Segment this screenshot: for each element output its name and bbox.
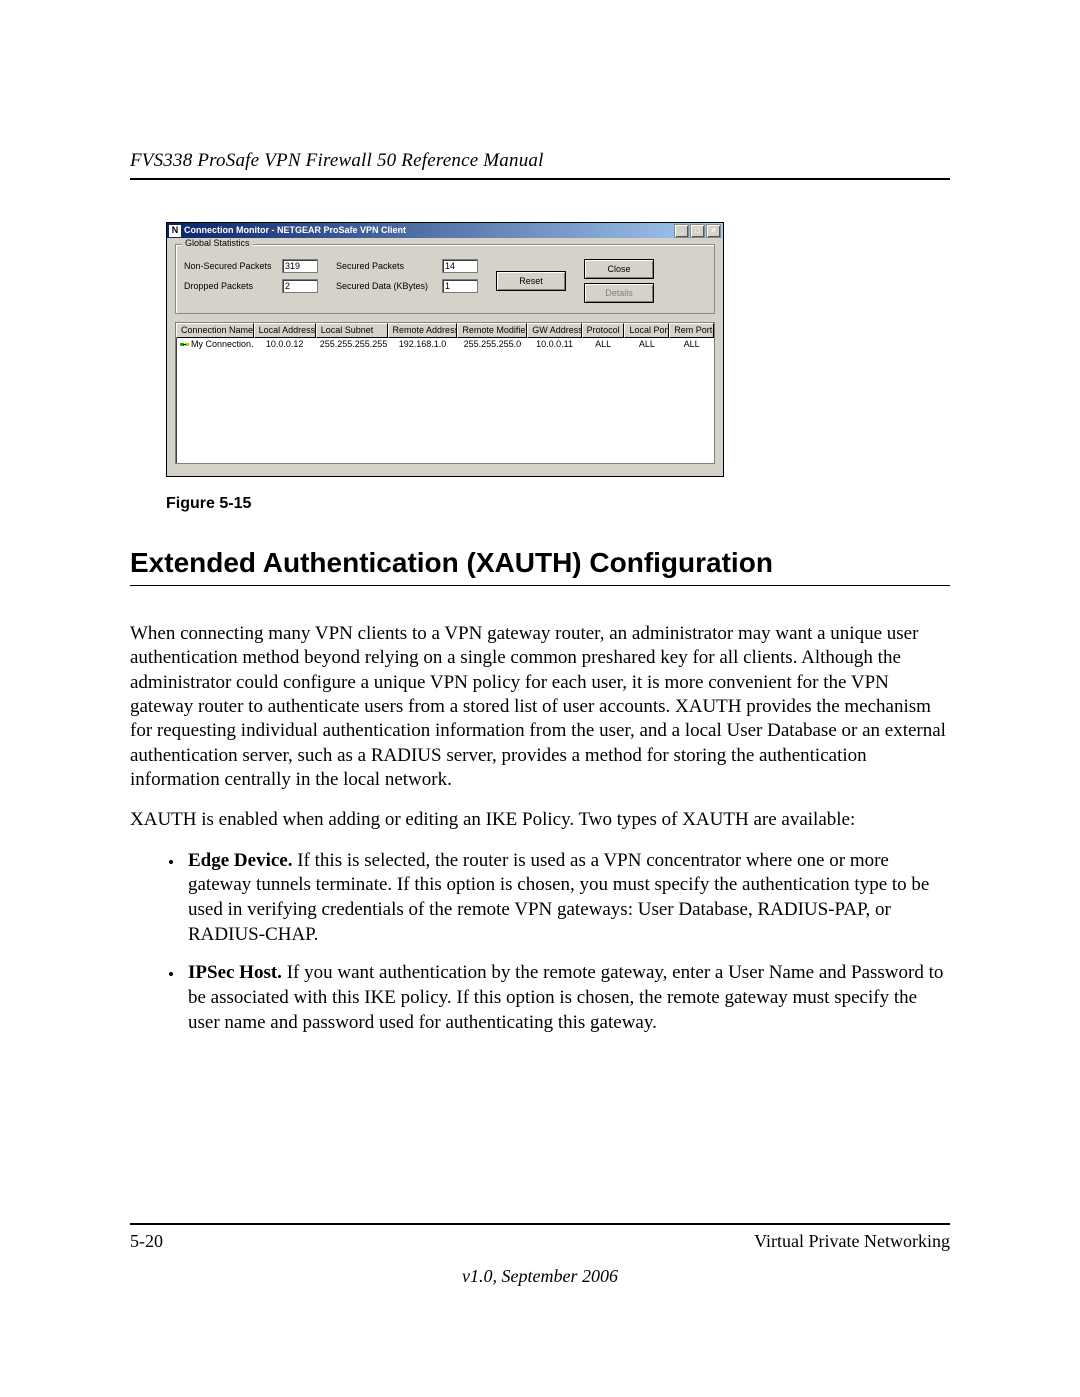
table-row[interactable]: My Connection… 10.0.0.12 255.255.255.255… <box>176 338 714 351</box>
bullet-ipsec-host: IPSec Host. If you want authentication b… <box>184 961 950 1035</box>
cell-remote-modifier: 255.255.255.0 <box>457 338 527 351</box>
bullet1-text: If this is selected, the router is used … <box>188 850 929 945</box>
close-button[interactable]: Close <box>584 259 654 279</box>
col-gw-address[interactable]: GW Address <box>527 323 581 338</box>
col-connection-name[interactable]: Connection Name <box>176 323 254 338</box>
bullet1-term: Edge Device. <box>188 850 292 871</box>
bullet-list: Edge Device. If this is selected, the ro… <box>130 849 950 1036</box>
reset-button[interactable]: Reset <box>496 271 566 291</box>
field-dropped: 2 <box>282 279 318 293</box>
cell-local-address: 10.0.0.12 <box>254 338 316 351</box>
col-local-port[interactable]: Local Port <box>624 323 669 338</box>
page-footer: 5-20 Virtual Private Networking v1.0, Se… <box>130 1223 950 1287</box>
cell-remote-address: 192.168.1.0 <box>388 338 458 351</box>
paragraph-2: XAUTH is enabled when adding or editing … <box>130 808 950 832</box>
label-non-secured: Non-Secured Packets <box>184 262 276 271</box>
heading-rule <box>130 585 950 586</box>
col-remote-modifier[interactable]: Remote Modifier <box>457 323 527 338</box>
bullet2-text: If you want authentication by the remote… <box>188 962 943 1032</box>
footer-rule <box>130 1223 950 1225</box>
table-header: Connection Name Local Address Local Subn… <box>176 323 714 338</box>
global-statistics-group: Global Statistics Non-Secured Packets 31… <box>175 244 715 314</box>
app-icon: N <box>169 225 181 237</box>
field-secured: 14 <box>442 259 478 273</box>
cell-protocol: ALL <box>582 338 625 351</box>
cell-connection-name: My Connection… <box>191 339 254 349</box>
maximize-button[interactable]: □ <box>690 224 705 238</box>
label-dropped: Dropped Packets <box>184 282 276 291</box>
connection-monitor-window: N Connection Monitor - NETGEAR ProSafe V… <box>166 222 724 477</box>
col-remote-address[interactable]: Remote Address <box>388 323 458 338</box>
label-secured-data: Secured Data (KBytes) <box>336 282 436 291</box>
cell-local-subnet: 255.255.255.255 <box>316 338 388 351</box>
close-window-button[interactable]: × <box>706 224 721 238</box>
running-header: FVS338 ProSafe VPN Firewall 50 Reference… <box>130 150 950 172</box>
cell-gw-address: 10.0.0.11 <box>527 338 581 351</box>
connections-table[interactable]: Connection Name Local Address Local Subn… <box>175 322 715 464</box>
bullet2-term: IPSec Host. <box>188 962 282 983</box>
page-number: 5-20 <box>130 1231 163 1252</box>
col-remote-port[interactable]: Rem Port <box>669 323 714 338</box>
bullet-edge-device: Edge Device. If this is selected, the ro… <box>184 849 950 948</box>
paragraph-1: When connecting many VPN clients to a VP… <box>130 622 950 792</box>
field-non-secured: 319 <box>282 259 318 273</box>
section-heading: Extended Authentication (XAUTH) Configur… <box>130 547 950 579</box>
cell-local-port: ALL <box>625 338 670 351</box>
col-local-address[interactable]: Local Address <box>254 323 316 338</box>
cell-remote-port: ALL <box>669 338 714 351</box>
figure-caption: Figure 5-15 <box>166 495 950 513</box>
doc-version: v1.0, September 2006 <box>130 1266 950 1287</box>
header-rule <box>130 178 950 180</box>
section-name: Virtual Private Networking <box>754 1231 950 1252</box>
col-protocol[interactable]: Protocol <box>582 323 625 338</box>
col-local-subnet[interactable]: Local Subnet <box>316 323 388 338</box>
window-title: Connection Monitor - NETGEAR ProSafe VPN… <box>184 226 674 235</box>
connection-icon <box>180 341 189 348</box>
field-secured-data: 1 <box>442 279 478 293</box>
minimize-button[interactable]: _ <box>674 224 689 238</box>
group-legend: Global Statistics <box>182 239 253 248</box>
details-button: Details <box>584 283 654 303</box>
label-secured: Secured Packets <box>336 262 436 271</box>
window-titlebar[interactable]: N Connection Monitor - NETGEAR ProSafe V… <box>167 223 723 238</box>
